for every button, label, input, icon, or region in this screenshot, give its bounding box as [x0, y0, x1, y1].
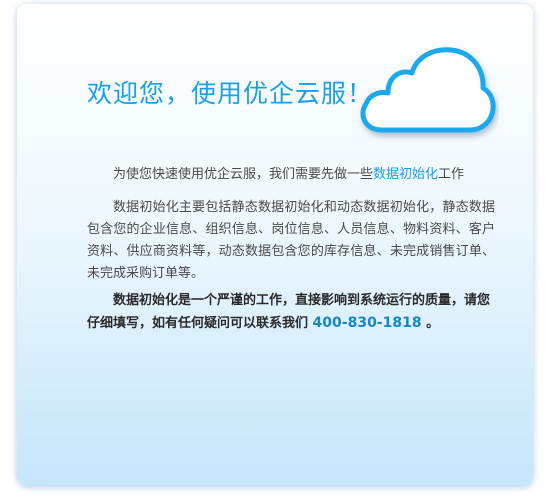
- support-phone: 400-830-1818: [312, 315, 422, 331]
- notice-end: 。: [426, 316, 440, 331]
- welcome-panel: 欢迎您，使用优企云服！ 为使您快速使用优企云服，我们需要先做一些数据初始化工作 …: [17, 4, 533, 486]
- intro-text-after: 工作: [438, 167, 465, 182]
- intro-text: 为使您快速使用优企云服，我们需要先做一些数据初始化工作: [87, 164, 495, 186]
- welcome-title: 欢迎您，使用优企云服！: [87, 79, 374, 108]
- data-init-link[interactable]: 数据初始化: [373, 167, 438, 182]
- intro-text-before: 为使您快速使用优企云服，我们需要先做一些: [113, 167, 374, 182]
- description-text: 数据初始化主要包括静态数据初始化和动态数据初始化，静态数据包含您的企业信息、组织…: [87, 200, 495, 281]
- notice-text: 数据初始化是一个严谨的工作，直接影响到系统运行的质量，请您仔细填写，如有任何疑问…: [87, 290, 497, 335]
- cloud-icon: [360, 47, 496, 133]
